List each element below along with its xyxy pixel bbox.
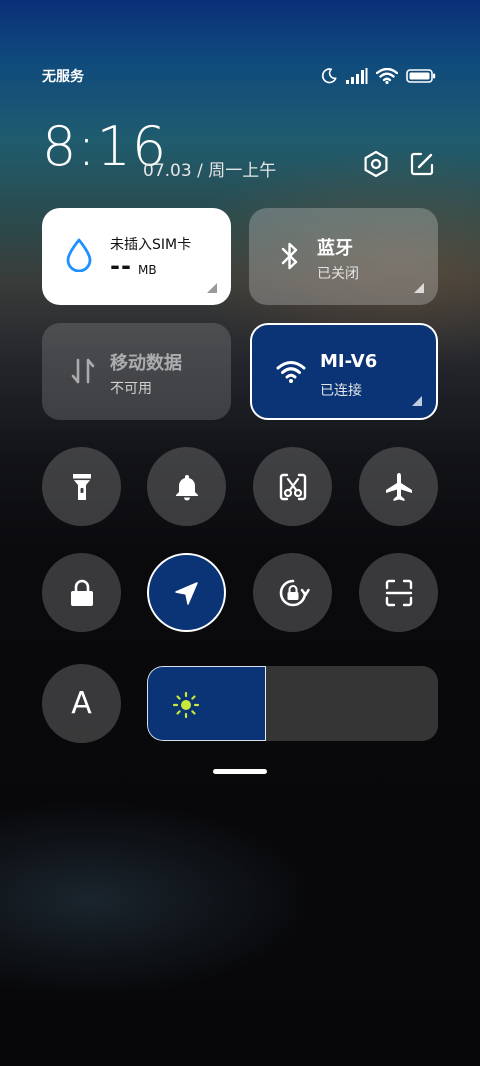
sim-status-title: 未插入SIM卡: [110, 237, 192, 253]
settings-icon: [364, 150, 388, 178]
lock-screen-toggle[interactable]: [42, 553, 121, 632]
location-toggle[interactable]: [147, 553, 226, 632]
signal-icon: [346, 68, 368, 84]
wifi-icon: [376, 68, 398, 84]
status-icons: [320, 66, 436, 86]
screenshot-toggle[interactable]: [253, 447, 332, 526]
water-drop-icon: [66, 238, 92, 272]
water-drop-icon-wrap: [62, 238, 96, 272]
wifi-status: 已连接: [320, 383, 362, 399]
wifi-tile-icon-wrap: [274, 355, 308, 389]
settings-button[interactable]: [361, 149, 391, 179]
wifi-icon: [276, 361, 306, 383]
sun-icon: [172, 691, 200, 719]
rotation-lock-icon: [279, 579, 310, 606]
bluetooth-title: 蓝牙: [317, 238, 353, 259]
moon-icon: [321, 68, 337, 84]
lock-icon: [70, 579, 93, 606]
font-size-icon: A: [71, 686, 92, 721]
clock-date: 07.03 / 周一上午: [143, 161, 277, 181]
carrier-status: 无服务: [42, 69, 84, 85]
panel-drag-handle[interactable]: [213, 769, 267, 774]
wifi-network-name: MI-V6: [320, 351, 378, 372]
bluetooth-tile[interactable]: 蓝牙 已关闭: [249, 208, 438, 305]
mute-toggle[interactable]: [147, 447, 226, 526]
font-size-toggle[interactable]: A: [42, 664, 121, 743]
mobile-data-tile[interactable]: 移动数据 不可用: [42, 323, 231, 420]
tile-expand-corner: [414, 283, 424, 293]
airplane-mode-toggle[interactable]: [359, 447, 438, 526]
scan-icon: [385, 579, 412, 606]
bluetooth-status: 已关闭: [317, 266, 359, 282]
data-arrows-icon-wrap: [66, 354, 100, 388]
location-icon: [174, 581, 198, 605]
data-usage-value: --: [110, 252, 132, 280]
data-arrows-icon: [71, 358, 95, 384]
mobile-data-title: 移动数据: [110, 353, 182, 374]
brightness-level-fill: [147, 666, 267, 741]
battery-icon: [406, 69, 436, 83]
wifi-tile[interactable]: MI-V6 已连接: [250, 323, 438, 420]
data-usage-unit: MB: [138, 263, 157, 277]
edit-icon: [410, 152, 434, 176]
flashlight-icon: [72, 473, 91, 500]
data-usage-tile[interactable]: 未插入SIM卡 -- MB: [42, 208, 231, 305]
screenshot-icon: [279, 473, 306, 500]
edit-button[interactable]: [407, 149, 437, 179]
airplane-icon: [385, 472, 412, 501]
mobile-data-status: 不可用: [110, 381, 152, 397]
brightness-slider[interactable]: [147, 666, 438, 741]
auto-rotate-toggle[interactable]: [253, 553, 332, 632]
bluetooth-icon-wrap: [273, 239, 307, 273]
tile-expand-corner: [207, 283, 217, 293]
scanner-toggle[interactable]: [359, 553, 438, 632]
flashlight-toggle[interactable]: [42, 447, 121, 526]
bell-icon: [175, 474, 198, 500]
tile-expand-corner: [412, 396, 422, 406]
bluetooth-icon: [281, 242, 298, 270]
